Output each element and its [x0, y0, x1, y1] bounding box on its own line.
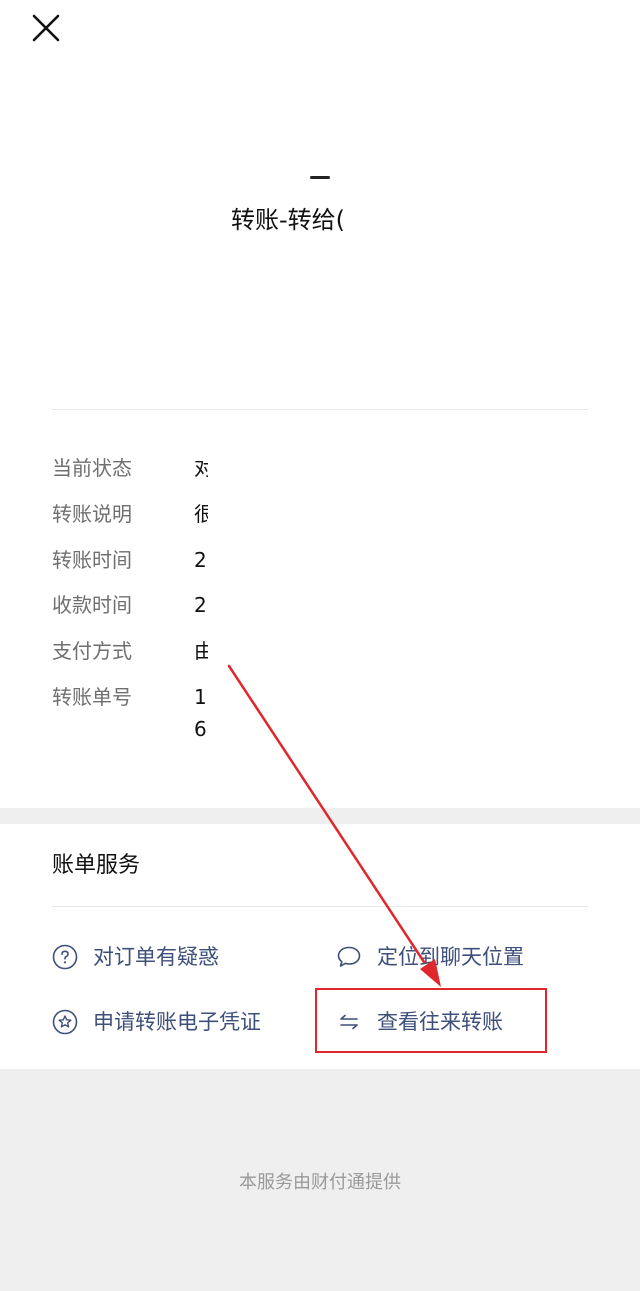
divider: [52, 409, 588, 410]
question-circle-icon: [52, 944, 78, 970]
detail-value: 2: [194, 548, 207, 572]
service-label: 定位到聊天位置: [377, 945, 524, 969]
service-label: 对订单有疑惑: [93, 945, 219, 969]
close-button[interactable]: [30, 12, 62, 44]
detail-value: 对: [194, 456, 208, 480]
close-icon: [30, 14, 62, 48]
section-separator: [0, 808, 640, 824]
avatar-fragment: [310, 176, 330, 179]
divider: [52, 906, 588, 907]
detail-value: 2: [194, 593, 207, 617]
detail-value: 1: [194, 685, 207, 709]
chat-bubble-icon: [336, 944, 362, 970]
detail-label: 转账说明: [52, 502, 132, 526]
detail-label: 当前状态: [52, 456, 132, 480]
page-title: 转账-转给(: [231, 206, 346, 234]
services-title: 账单服务: [52, 853, 141, 878]
detail-value: 由: [194, 639, 208, 663]
star-badge-icon: [52, 1009, 78, 1035]
detail-label: 收款时间: [52, 593, 132, 617]
detail-label: 转账时间: [52, 548, 132, 572]
detail-value-line2: 6: [194, 717, 207, 741]
footer-provider-text: 本服务由财付通提供: [239, 1172, 401, 1193]
detail-value: 很: [194, 502, 208, 526]
detail-label: 转账单号: [52, 685, 132, 709]
service-label: 申请转账电子凭证: [93, 1010, 261, 1034]
detail-label: 支付方式: [52, 639, 132, 663]
annotation-highlight-box: [315, 988, 547, 1053]
